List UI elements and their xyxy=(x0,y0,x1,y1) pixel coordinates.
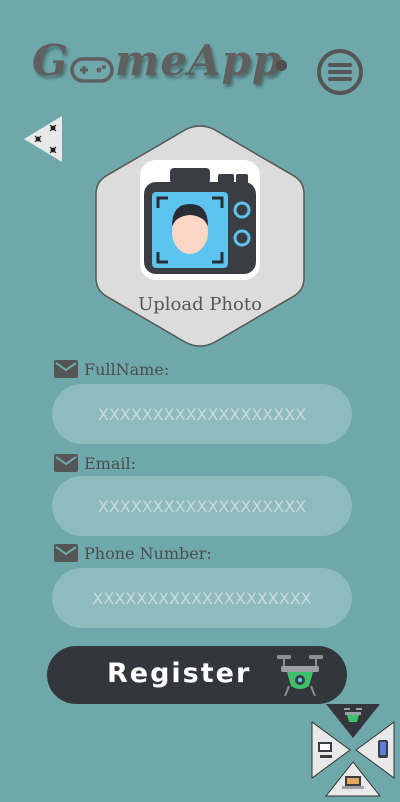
phone-icon xyxy=(378,740,388,758)
laptop-icon xyxy=(342,776,364,789)
mail-icon xyxy=(54,544,78,562)
mail-icon xyxy=(54,454,78,472)
upload-photo-button[interactable]: Upload Photo xyxy=(94,124,306,348)
hamburger-menu-icon[interactable] xyxy=(316,48,364,96)
back-arrow-icon[interactable] xyxy=(24,116,64,162)
fullname-label-text: FullName: xyxy=(84,359,170,379)
register-button[interactable]: Register xyxy=(47,646,347,704)
email-label: Email: xyxy=(54,452,136,474)
email-input[interactable] xyxy=(52,476,352,536)
register-label: Register xyxy=(107,658,252,689)
logo-suffix: meApp xyxy=(114,36,283,85)
phone-input[interactable] xyxy=(52,568,352,628)
gamepad-icon xyxy=(70,46,114,83)
camera-face-icon xyxy=(140,160,260,280)
email-label-text: Email: xyxy=(84,453,137,473)
mail-icon xyxy=(54,360,78,378)
phone-label: Phone Number: xyxy=(54,542,212,564)
device-switcher-widget[interactable] xyxy=(310,702,396,798)
logo-prefix: G xyxy=(32,36,69,85)
upload-photo-label: Upload Photo xyxy=(138,294,262,315)
header: G meApp xyxy=(0,0,400,110)
fullname-input[interactable] xyxy=(52,384,352,444)
desktop-icon xyxy=(318,742,332,758)
drone-icon xyxy=(275,652,325,698)
phone-label-text: Phone Number: xyxy=(84,543,212,563)
app-logo[interactable]: G meApp xyxy=(32,36,282,85)
fullname-label: FullName: xyxy=(54,358,169,380)
logo-dot xyxy=(276,60,287,71)
